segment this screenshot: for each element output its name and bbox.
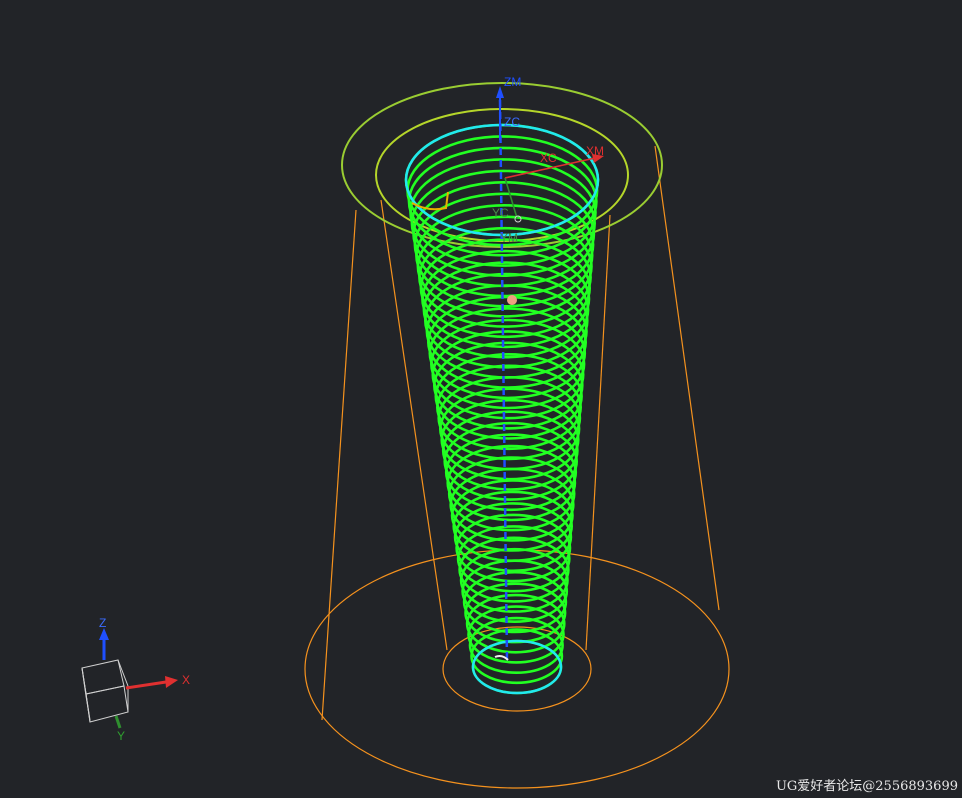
graphics-viewport[interactable]: ZM ZC XC XM YC YM Z X Y UG爱好者论坛@25568936… — [0, 0, 962, 798]
zc-label: ZC — [504, 115, 520, 129]
center-axis-dashed — [498, 99, 509, 661]
bounding-right-edge[interactable] — [654, 145, 720, 611]
triad-y-label: Y — [117, 729, 125, 743]
zm-label: ZM — [504, 75, 521, 89]
triad-x-arrow-icon — [165, 676, 178, 688]
model-scene[interactable]: ZM ZC XC XM YC YM Z X Y — [0, 0, 962, 798]
ym-label: YM — [500, 231, 518, 245]
triad-z-label: Z — [99, 616, 106, 630]
bounding-left-edge[interactable] — [321, 209, 357, 721]
triad-y-line — [114, 715, 122, 729]
xm-label: XM — [586, 144, 604, 158]
xc-label: XC — [540, 151, 557, 165]
forum-watermark: UG爱好者论坛@2556893699 — [775, 779, 958, 794]
view-triad[interactable]: Z X Y — [81, 616, 190, 743]
center-point[interactable] — [507, 295, 517, 305]
bounding-inner-bottom-ellipse[interactable] — [442, 626, 592, 712]
yc-label: YC — [492, 206, 509, 220]
zm-arrow-head[interactable] — [496, 86, 504, 98]
triad-x-label: X — [182, 673, 190, 687]
triad-cube[interactable] — [81, 659, 129, 723]
bounding-bottom-ellipse[interactable] — [304, 549, 730, 789]
triad-x-line — [125, 680, 167, 690]
